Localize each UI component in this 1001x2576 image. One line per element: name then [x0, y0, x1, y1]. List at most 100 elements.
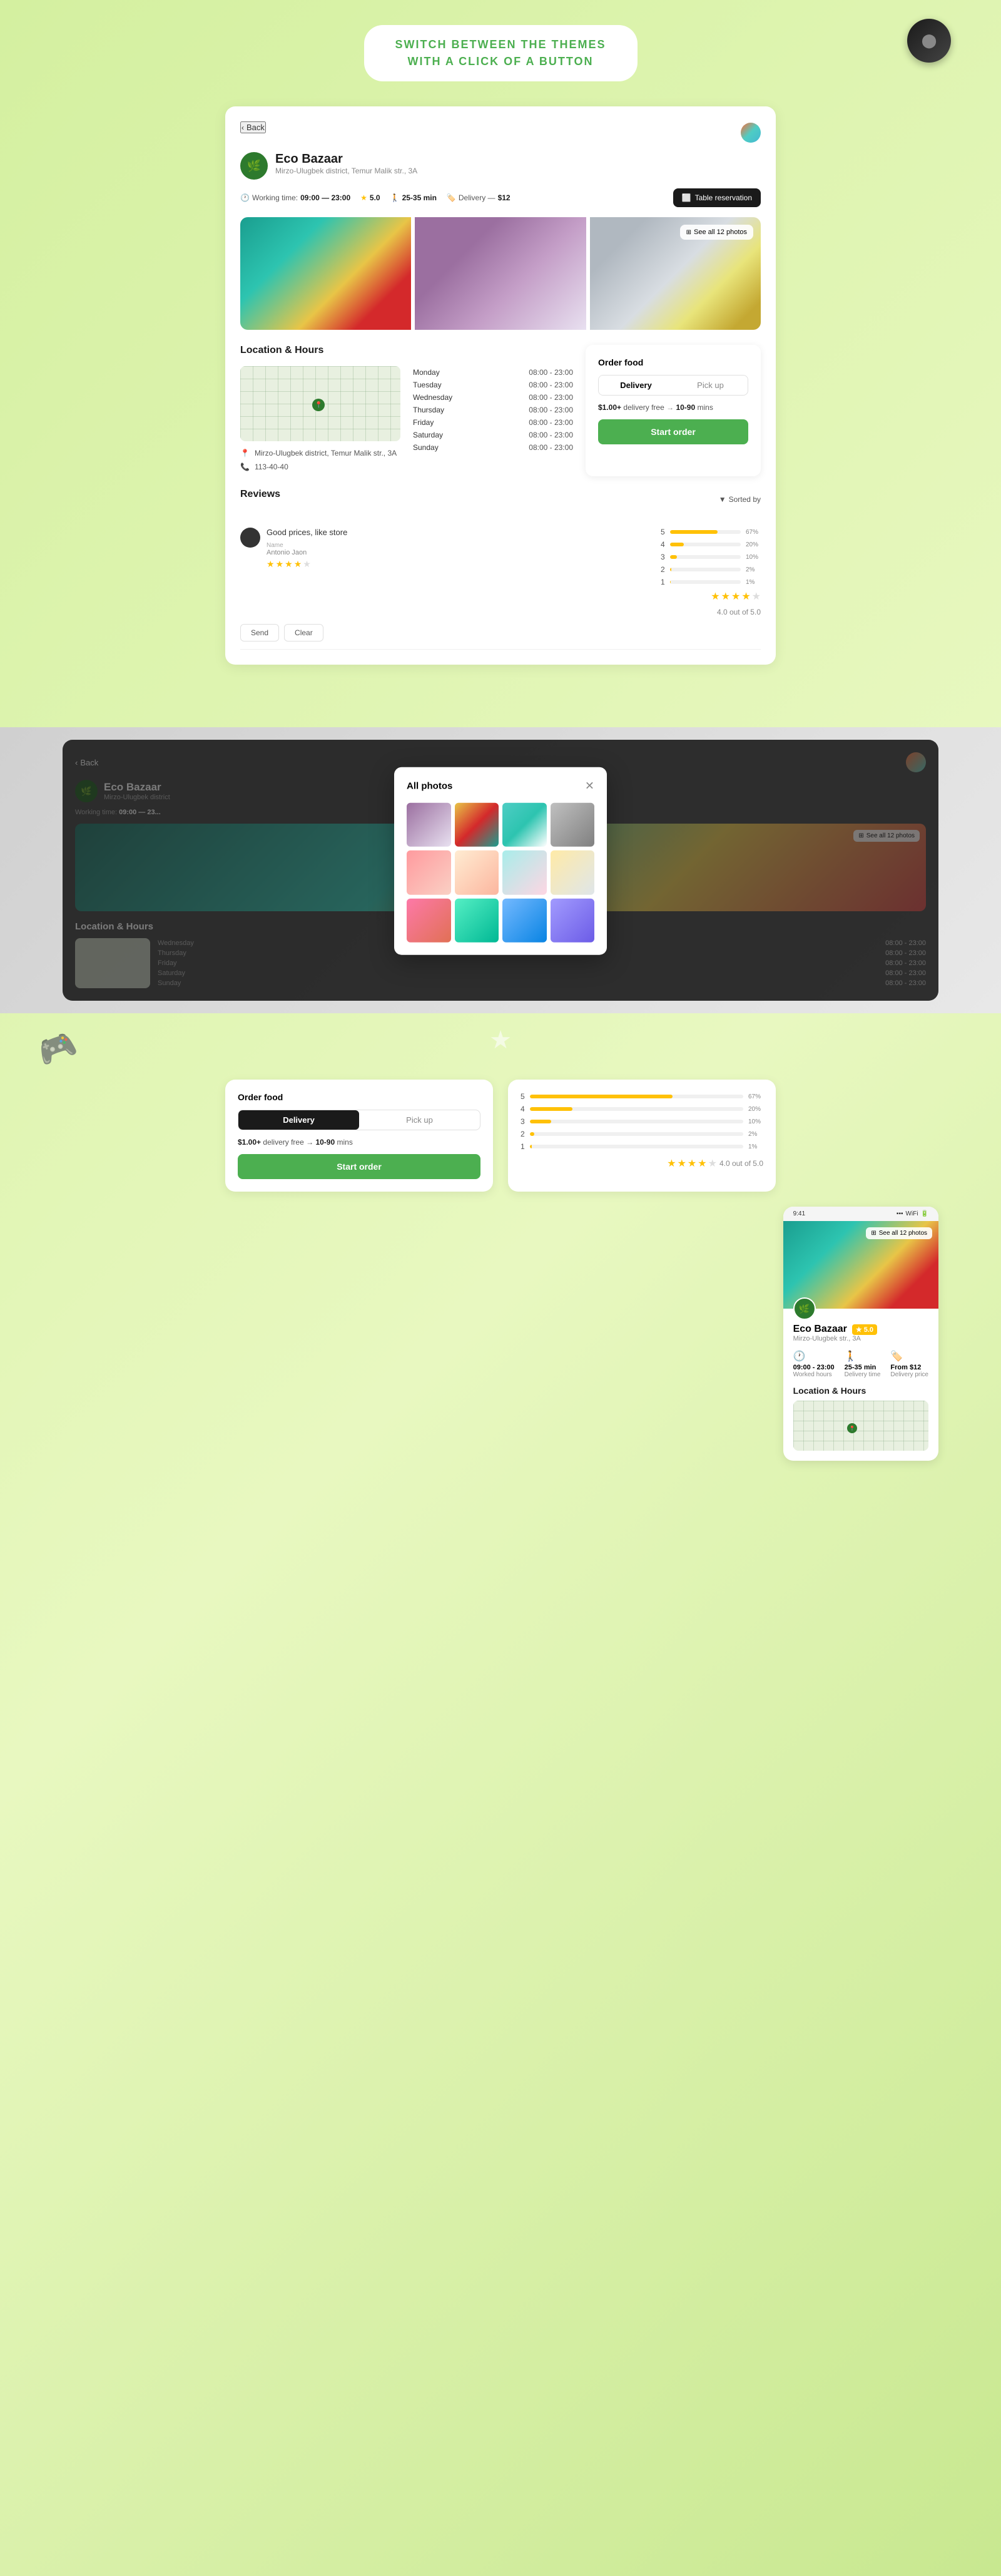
modal-photo-8[interactable] — [551, 851, 595, 895]
order-free-amount: $1.00+ — [238, 1138, 261, 1147]
location-hours-section: Location & Hours 📍 📍 Mirzo-Ulugbek distr… — [240, 345, 573, 476]
rating-bar-bg — [670, 555, 741, 559]
hours-row: Thursday08:00 - 23:00 — [413, 404, 573, 416]
hours-list: Monday08:00 - 23:00Tuesday08:00 - 23:00W… — [413, 366, 573, 454]
modal-photo-12[interactable] — [551, 898, 595, 943]
see-all-photos-button[interactable]: ⊞ See all 12 photos — [680, 225, 753, 240]
user-avatar — [741, 123, 761, 143]
mobile-rating-badge: ★ 5.0 — [852, 1324, 877, 1335]
rating-bar-fill — [670, 568, 671, 571]
rating-bar-bg — [670, 568, 741, 571]
rating-bar-row-comp: 3 10% — [521, 1117, 763, 1126]
delivery-time-value: 25-35 min — [402, 193, 437, 202]
modal-photo-4[interactable] — [551, 802, 595, 847]
order-food-component: Order food Delivery Pick up $1.00+ deliv… — [225, 1080, 493, 1192]
modal-photo-6[interactable] — [455, 851, 499, 895]
send-button[interactable]: Send — [240, 624, 279, 641]
ss3: ★ — [688, 1157, 696, 1170]
mobile-logo: 🌿 — [793, 1297, 816, 1320]
rating-bar-row: 2 2% — [661, 565, 761, 574]
mobile-stats: 🕐 09:00 - 23:00 Worked hours 🚶 25-35 min… — [793, 1350, 928, 1378]
mobile-status-bar: 9:41 ▪▪▪ WiFi 🔋 — [783, 1207, 938, 1221]
delivery-time-meta: 🚶 25-35 min — [390, 193, 437, 202]
delivery-tab[interactable]: Delivery — [599, 376, 673, 395]
pickup-tab[interactable]: Pick up — [673, 376, 748, 395]
photo-2[interactable] — [415, 217, 586, 330]
map-placeholder[interactable]: 📍 — [240, 366, 400, 441]
delivery-icon: 🏷️ — [447, 193, 456, 202]
hero-section: SWITCH BETWEEN THE THEMES WITH A CLICK O… — [0, 0, 1001, 94]
start-order-button[interactable]: Start order — [598, 419, 748, 444]
modal-photo-7[interactable] — [502, 851, 547, 895]
address-detail: 📍 Mirzo-Ulugbek district, Temur Malik st… — [240, 449, 400, 457]
back-button[interactable]: ‹ Back — [240, 121, 266, 133]
rating-meta: ★ 5.0 — [360, 193, 380, 202]
order-delivery-tab[interactable]: Delivery — [238, 1110, 359, 1130]
restaurant-text-info: Eco Bazaar Mirzo-Ulugbek district, Temur… — [275, 152, 417, 175]
table-reservation-button[interactable]: ⬜ Table reservation — [673, 188, 761, 207]
rating-bar-bg-comp — [530, 1120, 743, 1123]
reviews-title: Reviews — [240, 489, 280, 500]
modal-photo-1[interactable] — [407, 802, 451, 847]
top-decoration-orb: ⬤ — [907, 19, 951, 63]
overall-rating-text: 4.0 out of 5.0 — [661, 608, 761, 616]
modal-photo-10[interactable] — [455, 898, 499, 943]
mobile-location-title: Location & Hours — [793, 1386, 928, 1396]
see-all-photos-label: See all 12 photos — [694, 228, 747, 236]
card-top-bar: ‹ Back — [240, 121, 761, 143]
rating-bar-row: 5 67% — [661, 528, 761, 536]
rating-bar-bg — [670, 530, 741, 534]
sort-button[interactable]: ▼ Sorted by — [719, 495, 761, 504]
mobile-dprice-val: From $12 — [890, 1364, 928, 1371]
rating-bar-row-comp: 5 67% — [521, 1092, 763, 1101]
modal-photo-3[interactable] — [502, 802, 547, 847]
reviewer-stars: ★ ★ ★ ★ ★ — [267, 559, 654, 570]
hours-row: Friday08:00 - 23:00 — [413, 416, 573, 429]
mobile-see-all[interactable]: ⊞ See all 12 photos — [866, 1227, 932, 1239]
all-photos-modal[interactable]: All photos ✕ — [394, 767, 607, 955]
headline-line1: SWITCH BETWEEN THE THEMES — [395, 38, 606, 51]
rating-bar-row: 4 20% — [661, 540, 761, 549]
clear-button[interactable]: Clear — [284, 624, 323, 641]
delivery-price-value: $12 — [498, 193, 511, 202]
mobile-name-text: Eco Bazaar — [793, 1324, 847, 1335]
review-text-block: Good prices, like store Name Antonio Jao… — [267, 528, 654, 570]
phone-icon: 📞 — [240, 463, 250, 471]
photo-1[interactable] — [240, 217, 411, 330]
components-grid: Order food Delivery Pick up $1.00+ deliv… — [225, 1080, 776, 1192]
order-arrow: → — [306, 1138, 315, 1147]
working-hours-meta: 🕐 Working time: 09:00 — 23:00 — [240, 193, 350, 202]
review-item: Good prices, like store Name Antonio Jao… — [240, 520, 761, 650]
rating-bar-row: 3 10% — [661, 553, 761, 561]
os1: ★ — [711, 590, 719, 603]
ss4: ★ — [698, 1157, 706, 1170]
modal-photo-2[interactable] — [455, 802, 499, 847]
mobile-content: Eco Bazaar ★ 5.0 Mirzo-Ulugbek str., 3A … — [783, 1309, 938, 1461]
order-start-button[interactable]: Start order — [238, 1154, 480, 1179]
mobile-grid-icon: ⊞ — [871, 1230, 876, 1237]
rating-bars-component: 5 67% 4 20% 3 10% 2 — [508, 1080, 776, 1192]
delivery-price-meta: 🏷️ Delivery — $12 — [447, 193, 511, 202]
send-label: Send — [251, 628, 268, 637]
modal-photo-11[interactable] — [502, 898, 547, 943]
rating-bar-fill-comp — [530, 1095, 673, 1098]
overall-stars: ★ ★ ★ ★ ★ — [661, 590, 761, 603]
rating-bar-bg-comp — [530, 1145, 743, 1148]
order-time-unit: mins — [337, 1138, 353, 1147]
mobile-see-all-label: See all 12 photos — [879, 1230, 927, 1237]
order-start-label: Start order — [337, 1162, 382, 1172]
rating-bar-row-comp: 4 20% — [521, 1105, 763, 1113]
section-dark-theme: ‹ Back 🌿 Eco Bazaar Mirzo-Ulugbek distri… — [0, 727, 1001, 1013]
star4: ★ — [294, 559, 302, 570]
os5: ★ — [752, 590, 761, 603]
mobile-hours-label: Worked hours — [793, 1371, 835, 1378]
order-pickup-tab[interactable]: Pick up — [359, 1110, 480, 1130]
rating-bar-fill — [670, 530, 718, 534]
modal-photo-5[interactable] — [407, 851, 451, 895]
restaurant-meta-row: 🕐 Working time: 09:00 — 23:00 ★ 5.0 🚶 25… — [240, 188, 761, 207]
hours-row: Tuesday08:00 - 23:00 — [413, 379, 573, 391]
modal-close-button[interactable]: ✕ — [585, 779, 594, 792]
mobile-clock-icon: 🕐 — [793, 1350, 835, 1362]
rating-value: 5.0 — [370, 193, 380, 202]
modal-photo-9[interactable] — [407, 898, 451, 943]
